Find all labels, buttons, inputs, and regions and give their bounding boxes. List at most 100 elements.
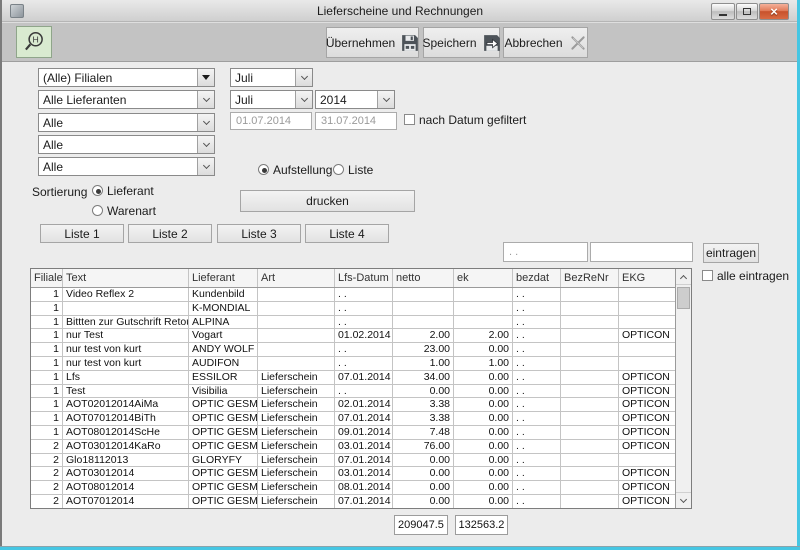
chevron-down-icon[interactable] bbox=[377, 91, 394, 108]
table-row[interactable]: 1Video Reflex 2Kundenbild. .. . bbox=[31, 288, 677, 302]
table-cell: OPTIC GESMBH bbox=[189, 398, 258, 411]
entry-text-field[interactable] bbox=[590, 242, 693, 262]
column-header[interactable]: Lfs-Datum bbox=[335, 269, 393, 287]
table-row[interactable]: 1nur TestVogart01.02.20142.002.00. .OPTI… bbox=[31, 329, 677, 343]
table-row[interactable]: 2AOT03012014OPTIC GESMBHLieferschein03.0… bbox=[31, 467, 677, 481]
liste2-button[interactable]: Liste 2 bbox=[128, 224, 212, 243]
sort-lieferant-radio[interactable] bbox=[92, 185, 103, 196]
records-table: FilialeTextLieferantArtLfs-Datumnettoekb… bbox=[30, 268, 692, 509]
table-cell: 2 bbox=[31, 454, 63, 467]
sort-warenart-radio[interactable] bbox=[92, 205, 103, 216]
table-row[interactable]: 1AOT02012014AiMaOPTIC GESMBHLieferschein… bbox=[31, 398, 677, 412]
table-cell: Lieferschein bbox=[258, 454, 335, 467]
table-row[interactable]: 1Bittten zur Gutschrift RetourALPINA. ..… bbox=[31, 316, 677, 330]
minimize-button[interactable] bbox=[711, 3, 735, 20]
date-filter-checkbox[interactable] bbox=[404, 114, 415, 125]
table-cell: 0.00 bbox=[454, 343, 513, 356]
table-cell bbox=[393, 288, 454, 301]
table-cell: Lieferschein bbox=[258, 440, 335, 453]
filter5-dropdown[interactable]: Alle bbox=[38, 157, 215, 176]
year-dropdown[interactable]: 2014 bbox=[315, 90, 395, 109]
date-from-field[interactable]: 01.07.2014 bbox=[230, 112, 312, 130]
table-cell bbox=[393, 302, 454, 315]
cancel-button[interactable]: Abbrechen bbox=[503, 27, 588, 58]
save-button[interactable]: Speichern bbox=[423, 27, 500, 58]
chevron-down-icon[interactable] bbox=[295, 69, 312, 86]
netto-total-field[interactable]: 209047.5 bbox=[394, 515, 448, 535]
column-header[interactable]: BezReNr bbox=[561, 269, 619, 287]
table-cell: 07.01.2014 bbox=[335, 412, 393, 425]
table-row[interactable]: 1TestVisibiliaLieferschein. .0.000.00. .… bbox=[31, 385, 677, 399]
scroll-up-button[interactable] bbox=[676, 269, 691, 285]
scrollbar-thumb[interactable] bbox=[677, 287, 690, 309]
drucken-button[interactable]: drucken bbox=[240, 190, 415, 212]
chevron-down-icon[interactable] bbox=[295, 91, 312, 108]
table-cell: OPTICON bbox=[619, 495, 677, 508]
branch-dropdown[interactable]: (Alle) Filialen bbox=[38, 68, 215, 87]
maximize-button[interactable] bbox=[736, 3, 758, 20]
column-header[interactable]: Art bbox=[258, 269, 335, 287]
table-row[interactable]: 1LfsESSILORLieferschein07.01.201434.000.… bbox=[31, 371, 677, 385]
close-icon: × bbox=[770, 5, 778, 18]
column-header[interactable]: Lieferant bbox=[189, 269, 258, 287]
chevron-down-icon[interactable] bbox=[197, 114, 214, 131]
liste3-button[interactable]: Liste 3 bbox=[217, 224, 301, 243]
table-cell bbox=[619, 357, 677, 370]
column-header[interactable]: Text bbox=[63, 269, 189, 287]
alle-eintragen-checkbox[interactable] bbox=[702, 270, 713, 281]
table-cell: 1 bbox=[31, 426, 63, 439]
table-row[interactable]: 1nur test von kurtAUDIFON. .1.001.00. . bbox=[31, 357, 677, 371]
close-button[interactable]: × bbox=[759, 3, 789, 20]
search-button[interactable]: H bbox=[16, 26, 52, 58]
column-header[interactable]: Filiale bbox=[31, 269, 63, 287]
table-cell: 07.01.2014 bbox=[335, 371, 393, 384]
liste1-button[interactable]: Liste 1 bbox=[40, 224, 124, 243]
table-row[interactable]: 1K-MONDIAL. .. . bbox=[31, 302, 677, 316]
scroll-down-button[interactable] bbox=[676, 492, 691, 508]
eintragen-button[interactable]: eintragen bbox=[703, 243, 759, 263]
sort-warenart-label: Warenart bbox=[107, 204, 156, 218]
table-cell: nur Test bbox=[63, 329, 189, 342]
cancel-x-icon bbox=[569, 34, 587, 52]
title-bar[interactable]: Lieferscheine und Rechnungen × bbox=[0, 0, 800, 22]
table-cell bbox=[561, 385, 619, 398]
aufstellung-radio[interactable] bbox=[258, 164, 269, 175]
filter4-dropdown[interactable]: Alle bbox=[38, 135, 215, 154]
filter3-dropdown[interactable]: Alle bbox=[38, 113, 215, 132]
month-top-dropdown[interactable]: Juli bbox=[230, 68, 313, 87]
table-cell: 76.00 bbox=[393, 440, 454, 453]
table-cell bbox=[619, 454, 677, 467]
column-header[interactable]: EKG bbox=[619, 269, 677, 287]
month-bottom-dropdown[interactable]: Juli bbox=[230, 90, 313, 109]
apply-button[interactable]: Übernehmen bbox=[326, 27, 419, 58]
column-header[interactable]: bezdat bbox=[513, 269, 561, 287]
column-header[interactable]: ek bbox=[454, 269, 513, 287]
table-cell bbox=[258, 343, 335, 356]
table-row[interactable]: 2AOT03012014KaRoOPTIC GESMBHLieferschein… bbox=[31, 440, 677, 454]
table-row[interactable]: 1AOT07012014BiThOPTIC GESMBHLieferschein… bbox=[31, 412, 677, 426]
filter3-dropdown-value: Alle bbox=[39, 116, 197, 130]
table-row[interactable]: 2AOT08012014OPTIC GESMBHLieferschein08.0… bbox=[31, 481, 677, 495]
chevron-down-icon[interactable] bbox=[197, 91, 214, 108]
table-row[interactable]: 2AOT07012014OPTIC GESMBHLieferschein07.0… bbox=[31, 495, 677, 509]
table-row[interactable]: 1nur test von kurtANDY WOLF. .23.000.00.… bbox=[31, 343, 677, 357]
entry-date-field[interactable]: . . bbox=[503, 242, 588, 262]
table-cell: 01.02.2014 bbox=[335, 329, 393, 342]
table-cell bbox=[454, 316, 513, 329]
ek-total-field[interactable]: 132563.2 bbox=[455, 515, 508, 535]
table-row[interactable]: 1AOT08012014ScHeOPTIC GESMBHLieferschein… bbox=[31, 426, 677, 440]
table-cell: . . bbox=[335, 316, 393, 329]
liste4-button[interactable]: Liste 4 bbox=[305, 224, 389, 243]
column-header[interactable]: netto bbox=[393, 269, 454, 287]
table-row[interactable]: 2Glo18112013GLORYFYLieferschein07.01.201… bbox=[31, 454, 677, 468]
table-cell: OPTIC GESMBH bbox=[189, 426, 258, 439]
table-cell: 1 bbox=[31, 398, 63, 411]
liste-radio[interactable] bbox=[333, 164, 344, 175]
table-cell bbox=[561, 412, 619, 425]
chevron-down-icon[interactable] bbox=[197, 136, 214, 153]
date-to-field[interactable]: 31.07.2014 bbox=[315, 112, 397, 130]
dropdown-arrow-icon[interactable] bbox=[197, 69, 214, 86]
chevron-down-icon[interactable] bbox=[197, 158, 214, 175]
vertical-scrollbar[interactable] bbox=[675, 269, 691, 508]
supplier-dropdown[interactable]: Alle Lieferanten bbox=[38, 90, 215, 109]
